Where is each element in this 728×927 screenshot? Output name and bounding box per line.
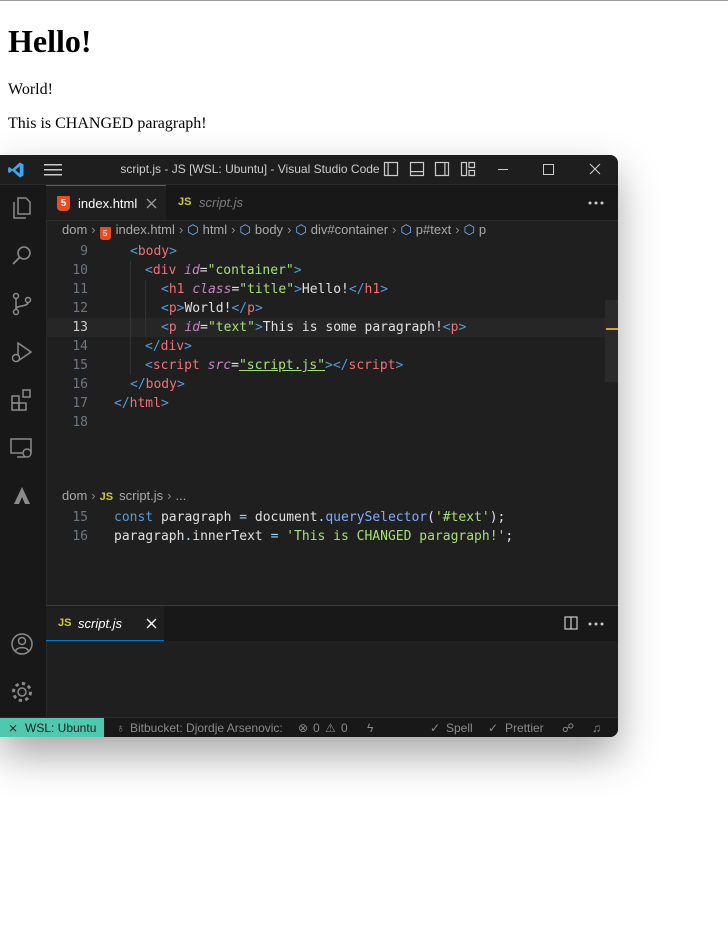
activity-bar — [0, 185, 47, 717]
status-bar: ⨯ WSL: Ubuntu ♁ Bitbucket: Djordje Arsen… — [0, 717, 618, 737]
check-icon: ✓ — [430, 721, 441, 735]
more-actions-icon[interactable] — [588, 201, 604, 205]
errors-count[interactable]: 0 — [313, 718, 320, 737]
extensions-icon[interactable] — [9, 387, 35, 413]
source-control-icon[interactable] — [9, 291, 35, 317]
run-debug-icon[interactable] — [9, 339, 35, 365]
page-heading: Hello! — [8, 23, 92, 59]
atlassian-icon[interactable] — [9, 483, 35, 509]
errors-icon[interactable]: ⊗ — [298, 718, 308, 737]
editor-tabs-top: 5 index.html JS script.js — [46, 185, 618, 221]
breadcrumb-item[interactable]: dom — [62, 488, 87, 503]
code-line: 9 <body> — [80, 244, 177, 259]
toggle-panel-icon[interactable] — [409, 161, 425, 177]
js-icon: JS — [99, 491, 114, 503]
breadcrumb-item[interactable]: p#text — [416, 222, 451, 237]
tab-script-js-active[interactable]: JS script.js — [46, 606, 164, 641]
js-icon: JS — [178, 196, 192, 208]
page-paragraph-world: World! — [8, 81, 53, 98]
symbol-cube-icon: ⬡ — [400, 222, 412, 237]
warnings-count[interactable]: 0 — [341, 718, 348, 737]
close-tab-icon[interactable] — [146, 198, 157, 209]
indent-guide — [145, 280, 146, 338]
code-line: 17 </html> — [72, 396, 169, 411]
tab-label: script.js — [199, 195, 244, 210]
code-editor-bottom[interactable]: 15 const paragraph = document.querySelect… — [46, 508, 606, 548]
breadcrumb-item[interactable]: p — [479, 222, 486, 237]
feedback-icon[interactable]: ☍ — [562, 718, 574, 737]
code-line: 16 </body> — [72, 377, 185, 392]
close-window-icon[interactable] — [572, 155, 618, 184]
double-check-icon: ✓ — [488, 721, 499, 735]
more-actions-icon[interactable] — [588, 622, 604, 626]
remote-explorer-icon[interactable] — [9, 435, 35, 461]
browser-top-border — [0, 0, 728, 1]
customize-layout-icon[interactable] — [460, 161, 476, 177]
remote-icon: ⨯ — [8, 721, 19, 735]
toggle-secondary-sidebar-icon[interactable] — [434, 161, 450, 177]
html5-icon: 5 — [99, 227, 111, 240]
symbol-cube-icon: ⬡ — [295, 222, 307, 237]
breadcrumb-item[interactable]: ... — [176, 488, 187, 503]
toggle-sidebar-icon[interactable] — [383, 161, 399, 177]
vscode-window: script.js - JS [WSL: Ubuntu] - Visual St… — [0, 155, 618, 737]
warnings-icon[interactable]: ⚠ — [325, 718, 336, 737]
js-icon: JS — [58, 617, 72, 629]
symbol-cube-icon: ⬡ — [463, 222, 475, 237]
code-line: 18 — [72, 415, 88, 430]
tab-label: index.html — [78, 196, 138, 211]
scrollbar-thumb[interactable] — [605, 300, 618, 382]
search-icon[interactable] — [9, 243, 35, 269]
title-bar: script.js - JS [WSL: Ubuntu] - Visual St… — [0, 155, 618, 185]
bitbucket-status[interactable]: Bitbucket: Djordje Arsenovic: — [130, 718, 283, 737]
symbol-cube-icon: ⬡ — [239, 222, 251, 237]
explorer-icon[interactable] — [9, 195, 35, 221]
accounts-icon[interactable] — [9, 631, 35, 657]
tab-index-html[interactable]: 5 index.html — [46, 185, 166, 220]
breadcrumb-item[interactable]: html — [203, 222, 228, 237]
remote-label: WSL: Ubuntu — [25, 721, 97, 735]
maximize-icon[interactable] — [525, 155, 571, 184]
breadcrumb-top: dom › 5 index.html › ⬡ html › ⬡ body › ⬡ div#contain… — [62, 222, 487, 240]
spell-status[interactable]: Spell — [446, 718, 473, 737]
symbol-cube-icon: ⬡ — [187, 222, 199, 237]
split-editor-icon[interactable] — [564, 616, 578, 630]
breadcrumb-bottom: dom › JS script.js ›... — [62, 488, 187, 503]
tab-script-js[interactable]: JS script.js — [166, 185, 256, 220]
minimize-icon[interactable] — [480, 155, 526, 184]
breadcrumb-item[interactable]: body — [255, 222, 283, 237]
scrollbar-cursor-marker — [606, 328, 618, 330]
code-line: 15 const paragraph = document.querySelect… — [72, 510, 506, 525]
prettier-status[interactable]: Prettier — [505, 718, 544, 737]
indent-guide — [130, 261, 131, 375]
remote-indicator[interactable]: ⨯ WSL: Ubuntu — [0, 718, 104, 737]
breadcrumb-item[interactable]: index.html — [116, 222, 175, 237]
html5-icon: 5 — [57, 196, 70, 211]
tab-label: script.js — [78, 616, 123, 631]
notifications-bell-icon[interactable]: ♫ — [592, 718, 601, 737]
page-paragraph-text: This is CHANGED paragraph! — [8, 115, 207, 132]
bitbucket-icon: ♁ — [116, 721, 125, 735]
manage-gear-icon[interactable] — [9, 679, 35, 705]
breadcrumb-item[interactable]: script.js — [119, 488, 163, 503]
editor-tabs-bottom: JS script.js — [46, 606, 618, 641]
code-line: 16 paragraph.innerText = 'This is CHANGED… — [72, 529, 514, 544]
lightning-icon[interactable]: ϟ — [367, 718, 373, 737]
breadcrumb-item[interactable]: div#container — [311, 222, 388, 237]
breadcrumb-item[interactable]: dom — [62, 222, 87, 237]
close-tab-icon[interactable] — [146, 618, 157, 629]
